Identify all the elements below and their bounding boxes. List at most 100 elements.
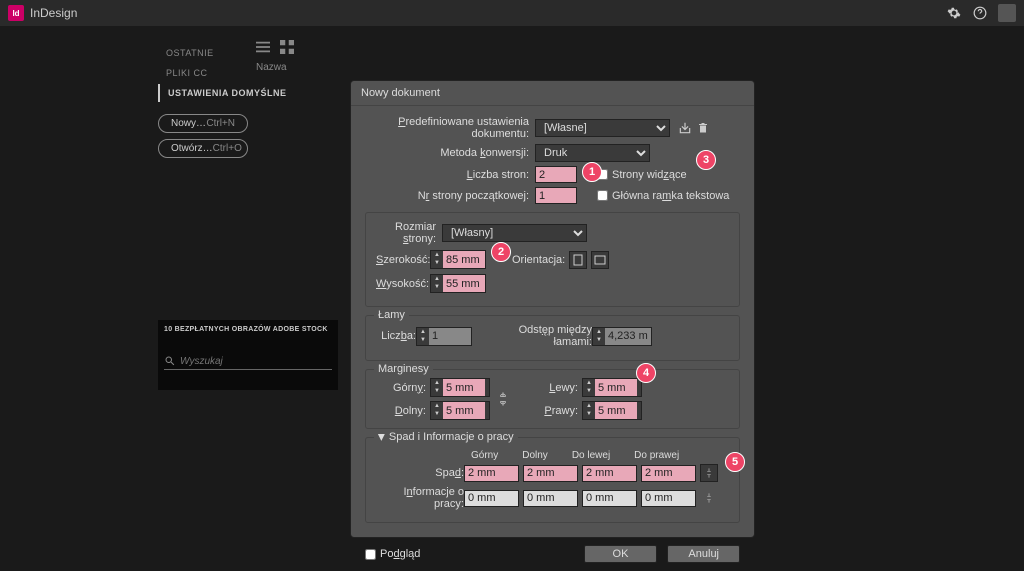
height-input[interactable] (443, 275, 485, 292)
link-bleed-icon[interactable] (700, 464, 718, 482)
page-size-group: Rozmiar strony: [Własny] Szerokość: ▲▼ O… (365, 212, 740, 307)
bleed-right-input[interactable] (641, 465, 696, 482)
margin-bottom-input[interactable] (443, 402, 485, 419)
slug-label: Informacje o pracy: (376, 486, 464, 510)
bleed-label: Spad: (376, 467, 464, 479)
margin-top-spinner[interactable]: ▲▼ (430, 378, 490, 397)
margin-left-label: Lewy: (528, 382, 578, 394)
margins-legend: Marginesy (374, 363, 433, 375)
user-icon[interactable] (998, 4, 1016, 22)
margin-right-input[interactable] (595, 402, 637, 419)
method-select[interactable]: Druk (535, 144, 650, 162)
gear-icon[interactable] (946, 5, 962, 21)
margin-bottom-label: Dolny: (376, 405, 426, 417)
new-button[interactable]: Nowy… Ctrl+N (158, 114, 248, 133)
facing-pages-label: Strony widzące (612, 169, 687, 181)
annotation-badge-2: 2 (491, 242, 511, 262)
open-button[interactable]: Otwórz… Ctrl+O (158, 139, 248, 158)
pagesize-label: Rozmiar strony: (376, 221, 436, 245)
startpage-label: Nr strony początkowej: (365, 190, 535, 202)
bleed-bottom-input[interactable] (523, 465, 578, 482)
cancel-button[interactable]: Anuluj (667, 545, 740, 563)
new-button-label: Nowy… (171, 118, 206, 129)
preview-label: Podgląd (380, 548, 420, 560)
col-count-spinner[interactable]: ▲▼ (416, 327, 472, 346)
height-spinner[interactable]: ▲▼ (430, 274, 486, 293)
stock-search[interactable] (164, 353, 332, 370)
orientation-landscape[interactable] (591, 251, 609, 269)
gutter-label: Odstęp między łamami: (482, 324, 592, 348)
new-button-shortcut: Ctrl+N (206, 118, 235, 129)
pages-label: Liczba stron: (365, 169, 535, 181)
bleed-left-input[interactable] (582, 465, 637, 482)
col-count-input[interactable] (429, 328, 471, 345)
open-button-shortcut: Ctrl+O (213, 143, 242, 154)
annotation-badge-1: 1 (582, 162, 602, 182)
col-count-label: Liczba: (376, 330, 416, 342)
width-spinner[interactable]: ▲▼ (430, 250, 486, 269)
slug-left-input[interactable] (582, 490, 637, 507)
annotation-badge-5: 5 (725, 452, 745, 472)
margin-right-spinner[interactable]: ▲▼ (582, 401, 642, 420)
slug-bottom-input[interactable] (523, 490, 578, 507)
open-button-label: Otwórz… (171, 143, 213, 154)
pages-input[interactable] (535, 166, 577, 183)
margins-group: Marginesy Górny: ▲▼ Lewy: ▲▼ Dolny: ▲▼ P… (365, 369, 740, 429)
bleed-group: ▶Spad i Informacje o pracy Górny Dolny D… (365, 437, 740, 523)
stock-headline: 10 BEZPŁATNYCH OBRAZÓW ADOBE STOCK (164, 326, 332, 333)
delete-preset-icon[interactable] (694, 119, 712, 137)
pagesize-select[interactable]: [Własny] (442, 224, 587, 242)
preset-select[interactable]: [Własne] (535, 119, 670, 137)
method-label: Metoda konwersji: (365, 147, 535, 159)
margin-left-spinner[interactable]: ▲▼ (582, 378, 642, 397)
height-label: Wysokość: (376, 278, 424, 290)
ok-button[interactable]: OK (584, 545, 658, 563)
app-title: InDesign (30, 6, 77, 20)
dialog-title: Nowy dokument (351, 81, 754, 106)
link-margins-icon[interactable] (494, 390, 512, 408)
annotation-badge-4: 4 (636, 363, 656, 383)
search-icon (164, 355, 176, 367)
orientation-portrait[interactable] (569, 251, 587, 269)
tab-presets[interactable]: USTAWIENIA DOMYŚLNE (158, 84, 338, 102)
app-icon: Id (8, 5, 24, 21)
margin-left-input[interactable] (595, 379, 637, 396)
annotation-badge-3: 3 (696, 150, 716, 170)
new-document-dialog: Nowy dokument PPredefiniowane ustawienia… (350, 80, 755, 538)
collapse-icon[interactable]: ▶ (376, 434, 387, 441)
gutter-spinner[interactable]: ▲▼ (592, 327, 652, 346)
titlebar: Id InDesign (0, 0, 1024, 26)
stock-promo: 10 BEZPŁATNYCH OBRAZÓW ADOBE STOCK (158, 320, 338, 390)
margin-top-input[interactable] (443, 379, 485, 396)
start-sidebar: OSTATNIE PLIKI CC USTAWIENIA DOMYŚLNE No… (158, 44, 338, 158)
col-left: Do lewej (572, 450, 610, 461)
link-slug-icon[interactable] (700, 489, 718, 507)
width-label: Szerokość: (376, 254, 424, 266)
width-input[interactable] (443, 251, 485, 268)
primary-textframe-checkbox[interactable] (597, 190, 608, 201)
preset-label: PPredefiniowane ustawienia dokumentu:red… (365, 116, 535, 140)
margin-bottom-spinner[interactable]: ▲▼ (430, 401, 490, 420)
slug-right-input[interactable] (641, 490, 696, 507)
col-right: Do prawej (634, 450, 679, 461)
slug-top-input[interactable] (464, 490, 519, 507)
preview-checkbox[interactable] (365, 549, 376, 560)
help-icon[interactable] (972, 5, 988, 21)
col-top: Górny (471, 450, 498, 461)
margin-right-label: Prawy: (528, 405, 578, 417)
save-preset-icon[interactable] (676, 119, 694, 137)
tab-cc-files[interactable]: PLIKI CC (158, 64, 338, 82)
workspace: Nazwa OSTATNIE PLIKI CC USTAWIENIA DOMYŚ… (0, 26, 1024, 554)
tab-recent[interactable]: OSTATNIE (158, 44, 338, 62)
col-bottom: Dolny (522, 450, 548, 461)
startpage-input[interactable] (535, 187, 577, 204)
columns-legend: Łamy (374, 309, 409, 321)
margin-top-label: Górny: (376, 382, 426, 394)
columns-group: Łamy Liczba: ▲▼ Odstęp między łamami: ▲▼ (365, 315, 740, 361)
bleed-legend: ▶Spad i Informacje o pracy (374, 431, 518, 443)
primary-textframe-label: Główna ramka tekstowa (612, 190, 729, 202)
stock-search-input[interactable] (180, 356, 310, 367)
gutter-input[interactable] (605, 328, 651, 345)
orientation-label: Orientacja: (512, 254, 565, 266)
bleed-top-input[interactable] (464, 465, 519, 482)
